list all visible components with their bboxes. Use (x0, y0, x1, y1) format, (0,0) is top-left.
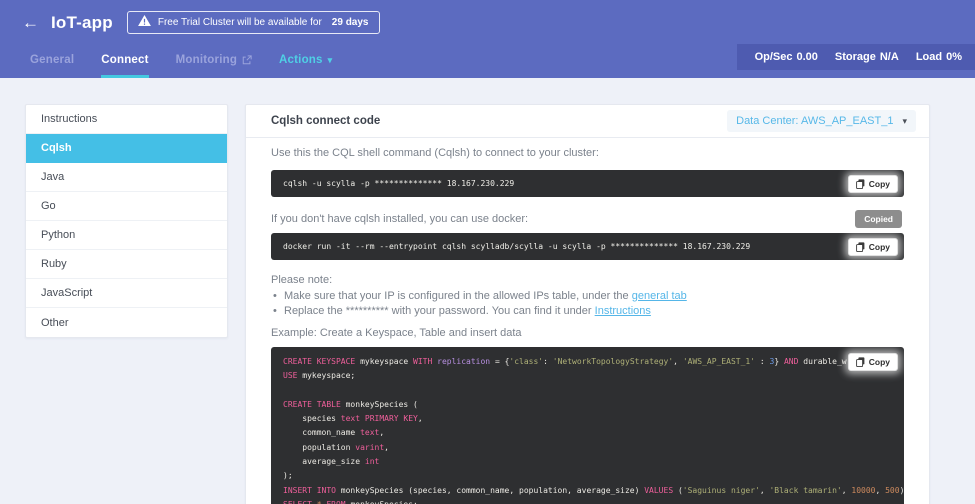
docker-command: docker run -it --rm --entrypoint cqlsh s… (283, 242, 750, 251)
note-title: Please note: (271, 274, 904, 286)
note-text: Replace the ********** with your passwor… (284, 305, 595, 317)
cql-example-block: CREATE KEYSPACE mykeyspace WITH replicat… (271, 347, 904, 504)
tab-label: Actions (279, 54, 323, 66)
copy-button[interactable]: Copy (848, 238, 898, 256)
example-title: Example: Create a Keyspace, Table and in… (271, 327, 904, 339)
back-arrow-icon[interactable]: ← (22, 14, 39, 31)
stat-value: 0% (946, 51, 962, 63)
sidebar-item-instructions[interactable]: Instructions (26, 105, 227, 134)
cluster-stats: Op/Sec 0.00 Storage N/A Load 0% (737, 44, 975, 70)
panel-title: Cqlsh connect code (271, 115, 380, 127)
trial-badge-text: Free Trial Cluster will be available for (158, 17, 322, 28)
sidebar-item-python[interactable]: Python (26, 221, 227, 250)
external-link-icon (242, 55, 252, 65)
stat-value: N/A (880, 51, 899, 63)
sidebar-item-javascript[interactable]: JavaScript (26, 279, 227, 308)
stat-value: 0.00 (796, 51, 817, 63)
cluster-tabs: General Connect Monitoring Actions ▾ (30, 54, 332, 78)
sidebar-item-ruby[interactable]: Ruby (26, 250, 227, 279)
stat-label: Storage (835, 51, 876, 63)
copy-label: Copy (869, 242, 890, 252)
copy-label: Copy (869, 357, 890, 367)
stat-label: Load (916, 51, 942, 63)
stat-load: Load 0% (916, 51, 962, 63)
note-item: Make sure that your IP is configured in … (271, 289, 904, 304)
datacenter-label: Data Center: AWS_AP_EAST_1 (736, 115, 893, 127)
intro-text: Use this the CQL shell command (Cqlsh) t… (271, 147, 904, 159)
copied-tooltip: Copied (855, 210, 902, 228)
tab-actions[interactable]: Actions ▾ (279, 54, 332, 78)
tab-label: General (30, 54, 74, 66)
sidebar-item-go[interactable]: Go (26, 192, 227, 221)
page: ← IoT-app Free Trial Cluster will be ava… (0, 0, 975, 504)
copy-icon (856, 242, 865, 252)
note-item: Replace the ********** with your passwor… (271, 304, 904, 319)
note-list: Make sure that your IP is configured in … (271, 289, 904, 318)
connect-sidebar: Instructions Cqlsh Java Go Python Ruby J… (25, 104, 228, 338)
general-tab-link[interactable]: general tab (632, 290, 687, 302)
cqlsh-command-block: cqlsh -u scylla -p ************** 18.167… (271, 170, 904, 197)
header-top-row: ← IoT-app Free Trial Cluster will be ava… (0, 0, 975, 34)
copy-icon (856, 357, 865, 367)
cluster-header: ← IoT-app Free Trial Cluster will be ava… (0, 0, 975, 78)
cql-code: CREATE KEYSPACE mykeyspace WITH replicat… (283, 355, 892, 504)
sidebar-item-java[interactable]: Java (26, 163, 227, 192)
copy-label: Copy (869, 179, 890, 189)
warning-icon (138, 15, 151, 29)
copy-button[interactable]: Copy (848, 175, 898, 193)
trial-badge-days: 29 days (332, 17, 369, 28)
datacenter-dropdown[interactable]: Data Center: AWS_AP_EAST_1 ▾ (727, 110, 916, 132)
tab-monitoring[interactable]: Monitoring (176, 54, 252, 78)
tab-label: Monitoring (176, 54, 237, 66)
content-area: Instructions Cqlsh Java Go Python Ruby J… (0, 78, 975, 504)
copy-button[interactable]: Copy (848, 353, 898, 371)
tab-label: Connect (101, 54, 148, 66)
stat-storage: Storage N/A (835, 51, 899, 63)
sidebar-item-cqlsh[interactable]: Cqlsh (26, 134, 227, 163)
docker-hint-text: If you don't have cqlsh installed, you c… (271, 213, 528, 225)
copy-icon (856, 179, 865, 189)
instructions-link[interactable]: Instructions (595, 305, 651, 317)
chevron-down-icon: ▾ (902, 117, 907, 126)
panel-header: Cqlsh connect code Data Center: AWS_AP_E… (246, 105, 929, 138)
docker-hint-row: If you don't have cqlsh installed, you c… (271, 210, 904, 228)
trial-badge: Free Trial Cluster will be available for… (127, 11, 380, 34)
docker-command-block: docker run -it --rm --entrypoint cqlsh s… (271, 233, 904, 260)
stat-label: Op/Sec (755, 51, 793, 63)
tab-connect[interactable]: Connect (101, 54, 148, 78)
stat-opsec: Op/Sec 0.00 (755, 51, 818, 63)
tab-general[interactable]: General (30, 54, 74, 78)
chevron-down-icon: ▾ (328, 56, 333, 65)
note-text: Make sure that your IP is configured in … (284, 290, 632, 302)
cqlsh-command: cqlsh -u scylla -p ************** 18.167… (283, 179, 514, 188)
cluster-name: IoT-app (51, 13, 113, 33)
sidebar-item-other[interactable]: Other (26, 308, 227, 337)
cqlsh-panel: Cqlsh connect code Data Center: AWS_AP_E… (245, 104, 930, 504)
panel-body: Use this the CQL shell command (Cqlsh) t… (246, 147, 929, 504)
